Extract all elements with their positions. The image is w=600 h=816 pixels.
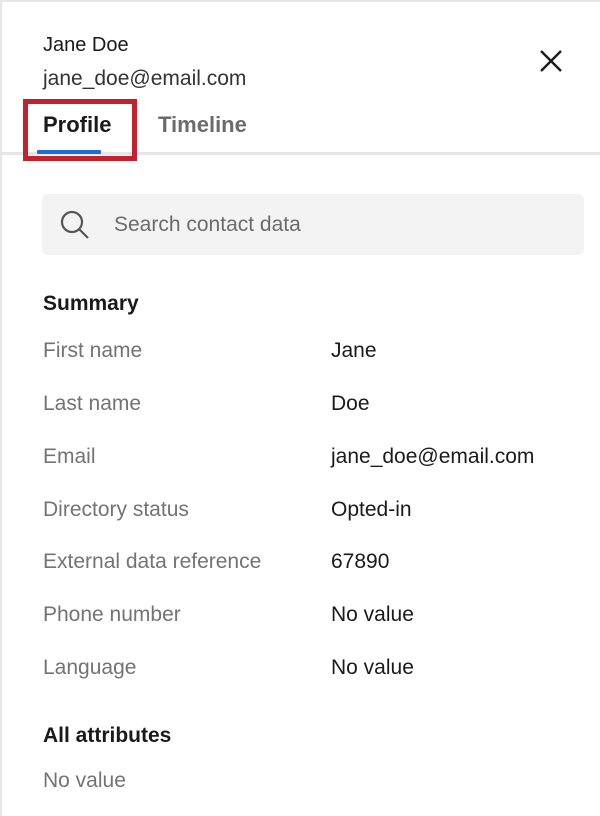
field-label: External data reference: [43, 550, 261, 574]
field-label: First name: [43, 339, 142, 363]
field-label: Phone number: [43, 603, 181, 627]
search-input[interactable]: [114, 194, 564, 255]
field-label: Directory status: [43, 498, 189, 522]
field-value: No value: [331, 603, 414, 627]
all-attributes-heading: All attributes: [43, 724, 171, 748]
close-icon: [538, 48, 564, 74]
contact-email: jane_doe@email.com: [43, 67, 246, 91]
field-value: No value: [331, 656, 414, 680]
tab-timeline[interactable]: Timeline: [158, 112, 247, 138]
field-value: jane_doe@email.com: [331, 445, 534, 469]
contact-name: Jane Doe: [43, 34, 129, 57]
search-icon: [59, 209, 91, 241]
summary-heading: Summary: [43, 292, 139, 316]
field-value: Jane: [331, 339, 377, 363]
highlight-box: [23, 99, 137, 161]
field-value: Opted-in: [331, 498, 412, 522]
field-label: Last name: [43, 392, 141, 416]
all-attributes-value: No value: [43, 769, 126, 793]
field-label: Language: [43, 656, 136, 680]
field-value: Doe: [331, 392, 370, 416]
search-box[interactable]: [42, 194, 584, 255]
field-label: Email: [43, 445, 96, 469]
field-value: 67890: [331, 550, 389, 574]
close-button[interactable]: [538, 48, 564, 74]
